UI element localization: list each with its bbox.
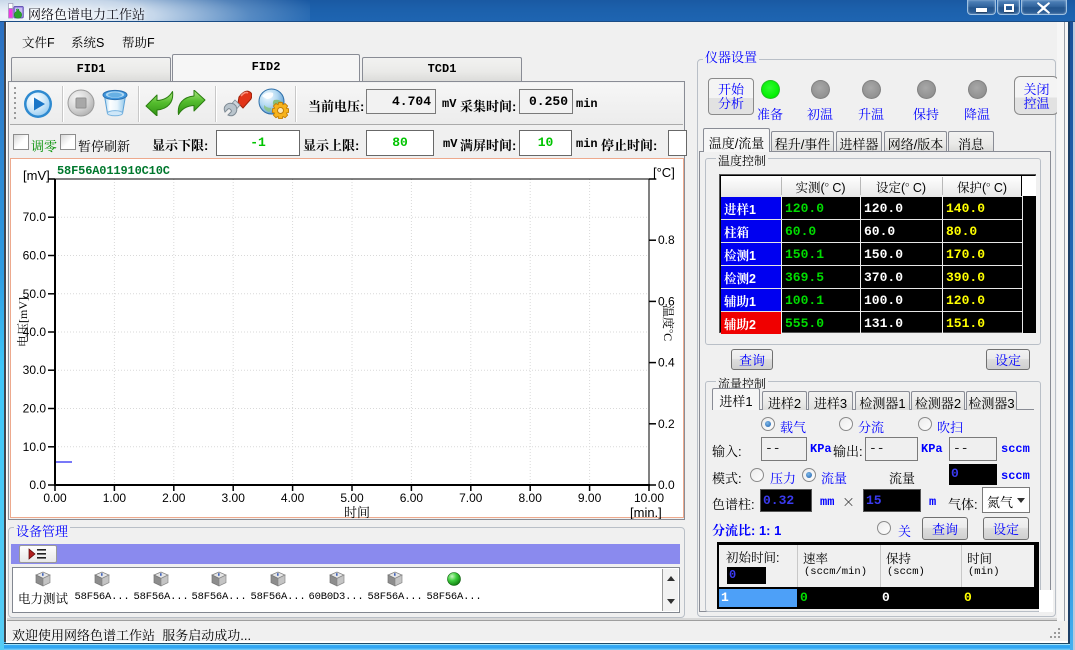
svg-text:0.2: 0.2 [658, 417, 675, 431]
svg-text:30.0: 30.0 [23, 363, 47, 377]
svg-text:温度°C: 温度°C [660, 305, 677, 341]
svg-text:7.00: 7.00 [459, 491, 483, 505]
svg-text:1.00: 1.00 [103, 491, 127, 505]
svg-text:0.0: 0.0 [658, 478, 675, 492]
svg-text:10.00: 10.00 [634, 491, 664, 505]
svg-text:10.0: 10.0 [23, 440, 47, 454]
svg-text:0.8: 0.8 [658, 233, 675, 247]
svg-text:6.00: 6.00 [400, 491, 424, 505]
svg-text:2.00: 2.00 [162, 491, 186, 505]
svg-text:电压[mV]: 电压[mV] [14, 297, 31, 347]
svg-text:8.00: 8.00 [519, 491, 543, 505]
svg-text:时间: 时间 [344, 502, 370, 519]
svg-text:60.0: 60.0 [23, 249, 47, 263]
svg-text:0.00: 0.00 [43, 491, 67, 505]
svg-text:[°C]: [°C] [653, 165, 675, 180]
svg-text:0.0: 0.0 [29, 478, 46, 492]
svg-text:[mV]: [mV] [23, 168, 50, 183]
svg-text:0.4: 0.4 [658, 356, 675, 370]
svg-text:3.00: 3.00 [222, 491, 246, 505]
svg-text:4.00: 4.00 [281, 491, 305, 505]
svg-text:58F56A011910C10C: 58F56A011910C10C [57, 164, 170, 178]
svg-text:20.0: 20.0 [23, 402, 47, 416]
svg-text:9.00: 9.00 [578, 491, 602, 505]
svg-text:70.0: 70.0 [23, 210, 47, 224]
svg-text:[min.]: [min.] [630, 505, 662, 519]
